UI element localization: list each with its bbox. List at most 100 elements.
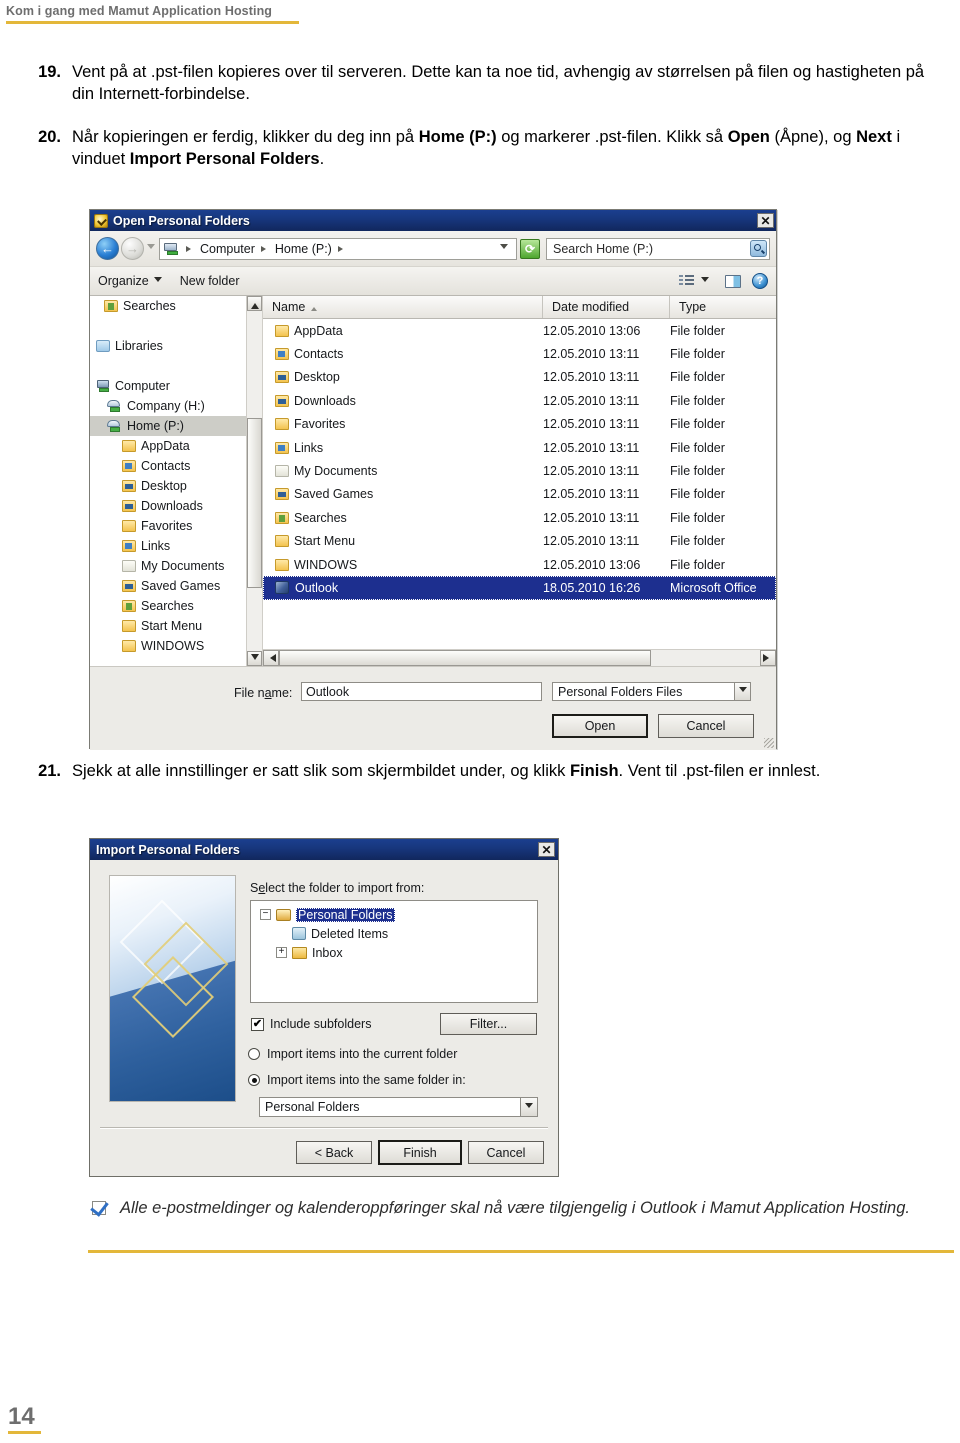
file-type-select[interactable]: Personal Folders Files <box>552 682 751 701</box>
tree-item-saved-games[interactable]: Saved Games <box>90 576 262 596</box>
radio-button-selected[interactable] <box>248 1074 260 1086</box>
expand-icon[interactable]: + <box>276 947 287 958</box>
file-type: File folder <box>670 347 725 362</box>
checkmark-icon <box>90 1197 110 1217</box>
file-name-input[interactable]: Outlook <box>301 682 542 701</box>
folder-favorites-icon <box>122 520 136 532</box>
tree-item-desktop[interactable]: Desktop <box>90 476 262 496</box>
tree-item-windows[interactable]: WINDOWS <box>90 636 262 656</box>
table-row-selected[interactable]: Outlook 18.05.2010 16:26 Microsoft Offic… <box>263 576 776 600</box>
import-tree-item-personal-folders[interactable]: − Personal Folders <box>251 905 537 924</box>
chevron-down-icon[interactable] <box>153 276 162 286</box>
close-icon[interactable]: ✕ <box>538 842 555 857</box>
list-view-icon[interactable] <box>679 274 694 288</box>
table-row[interactable]: Desktop 12.05.2010 13:11 File folder <box>263 366 776 389</box>
scroll-left-button[interactable] <box>263 650 279 666</box>
tree-item-contacts[interactable]: Contacts <box>90 456 262 476</box>
import-title-bar: Import Personal Folders ✕ <box>90 839 558 860</box>
filter-button[interactable]: Filter... <box>440 1013 537 1035</box>
table-row[interactable]: Searches 12.05.2010 13:11 File folder <box>263 506 776 529</box>
recent-locations-dropdown-icon[interactable] <box>147 244 155 253</box>
include-subfolders-checkbox[interactable]: ✔ Include subfolders <box>251 1017 371 1031</box>
scroll-down-button[interactable] <box>247 651 262 666</box>
radio-import-current-folder[interactable]: Import items into the current folder <box>248 1047 457 1061</box>
tree-item-links[interactable]: Links <box>90 536 262 556</box>
chevron-down-icon[interactable] <box>520 1098 537 1116</box>
tree-item-libraries[interactable]: Libraries <box>90 336 262 356</box>
tree-item-my-documents[interactable]: My Documents <box>90 556 262 576</box>
close-icon[interactable]: ✕ <box>757 213 774 228</box>
table-row[interactable]: My Documents 12.05.2010 13:11 File folde… <box>263 459 776 482</box>
breadcrumb-home-drive[interactable]: Home (P:) <box>274 242 333 256</box>
finish-button[interactable]: Finish <box>378 1140 462 1165</box>
back-button[interactable]: < Back <box>296 1141 372 1164</box>
tree-item-downloads[interactable]: Downloads <box>90 496 262 516</box>
file-name: Start Menu <box>294 534 356 549</box>
import-tree-item-inbox[interactable]: + Inbox <box>251 943 537 962</box>
tree-item-computer[interactable]: Computer <box>90 376 262 396</box>
tree-item-home-p[interactable]: Home (P:) <box>90 416 262 436</box>
import-tree-label: Personal Folders <box>296 907 395 922</box>
column-header-row: Name Date modified Type <box>263 296 776 319</box>
header-rule <box>6 21 299 24</box>
chevron-down-icon[interactable] <box>734 683 750 700</box>
step-21-seg-1: Finish <box>569 762 619 780</box>
organize-button[interactable]: Organize <box>98 274 149 288</box>
tree-item-searches[interactable]: Searches <box>90 596 262 616</box>
forward-button[interactable]: → <box>121 237 144 260</box>
tree-item-appdata[interactable]: AppData <box>90 436 262 456</box>
file-type: Microsoft Office <box>670 580 757 595</box>
tree-item-searches-top[interactable]: Searches <box>90 296 262 316</box>
cancel-button[interactable]: Cancel <box>468 1141 544 1164</box>
table-row[interactable]: Contacts 12.05.2010 13:11 File folder <box>263 342 776 365</box>
chevron-down-icon[interactable] <box>701 276 709 286</box>
tree-item-favorites[interactable]: Favorites <box>90 516 262 536</box>
radio-import-same-folder[interactable]: Import items into the same folder in: <box>248 1073 466 1087</box>
computer-icon <box>96 380 110 392</box>
new-folder-button[interactable]: New folder <box>180 274 240 288</box>
tree-item-start-menu[interactable]: Start Menu <box>90 616 262 636</box>
table-row[interactable]: Favorites 12.05.2010 13:11 File folder <box>263 413 776 436</box>
refresh-icon[interactable]: ⟳ <box>520 238 540 259</box>
file-list-view: Name Date modified Type AppData 12.05.20… <box>263 296 776 666</box>
explorer-body: Searches Libraries Computer Company (H:)… <box>90 296 776 666</box>
scrollbar-thumb[interactable] <box>247 418 262 588</box>
table-row[interactable]: AppData 12.05.2010 13:06 File folder <box>263 319 776 342</box>
column-header-date-modified[interactable]: Date modified <box>543 296 670 318</box>
horizontal-scrollbar[interactable] <box>263 649 776 666</box>
help-icon[interactable]: ? <box>752 273 768 289</box>
table-row[interactable]: Links 12.05.2010 13:11 File folder <box>263 436 776 459</box>
tree-scrollbar[interactable] <box>246 296 262 666</box>
table-row[interactable]: Downloads 12.05.2010 13:11 File folder <box>263 389 776 412</box>
file-date: 12.05.2010 13:11 <box>543 510 640 525</box>
destination-folder-select[interactable]: Personal Folders <box>259 1097 538 1117</box>
cancel-button[interactable]: Cancel <box>658 714 754 738</box>
address-bar[interactable]: Computer Home (P:) <box>159 237 517 260</box>
table-row[interactable]: Start Menu 12.05.2010 13:11 File folder <box>263 530 776 553</box>
preview-pane-icon[interactable] <box>725 274 741 288</box>
file-date: 12.05.2010 13:11 <box>543 370 640 385</box>
scroll-right-button[interactable] <box>760 650 776 666</box>
column-header-type[interactable]: Type <box>670 296 776 318</box>
folder-documents-icon <box>122 560 136 572</box>
resize-grip-icon[interactable] <box>764 738 774 748</box>
import-tree-label: Inbox <box>312 945 343 960</box>
table-row[interactable]: WINDOWS 12.05.2010 13:06 File folder <box>263 553 776 576</box>
checkbox-box[interactable]: ✔ <box>251 1017 264 1031</box>
table-row[interactable]: Saved Games 12.05.2010 13:11 File folder <box>263 483 776 506</box>
collapse-icon[interactable]: − <box>260 909 271 920</box>
column-header-name[interactable]: Name <box>263 296 543 318</box>
search-input[interactable]: Search Home (P:) <box>546 237 770 260</box>
finish-label: Finish <box>403 1145 437 1160</box>
address-history-chevron-icon[interactable] <box>500 244 508 253</box>
scroll-up-button[interactable] <box>247 296 262 311</box>
scrollbar-thumb[interactable] <box>279 650 651 666</box>
tree-item-company-h[interactable]: Company (H:) <box>90 396 262 416</box>
file-date: 12.05.2010 13:11 <box>543 417 640 432</box>
back-button[interactable]: ← <box>96 237 119 260</box>
radio-button[interactable] <box>248 1048 260 1060</box>
breadcrumb-computer[interactable]: Computer <box>199 242 256 256</box>
open-button[interactable]: Open <box>552 714 648 738</box>
search-placeholder: Search Home (P:) <box>553 241 654 256</box>
import-tree-item-deleted-items[interactable]: Deleted Items <box>251 924 537 943</box>
